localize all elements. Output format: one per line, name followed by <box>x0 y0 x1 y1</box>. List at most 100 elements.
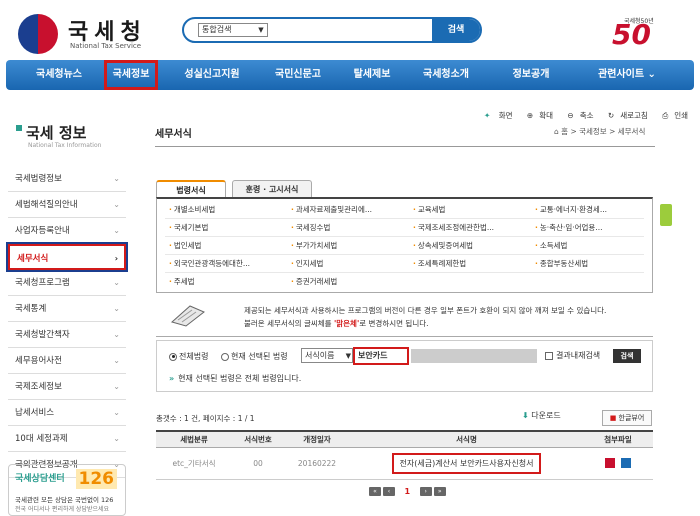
sidebar-item-label: 세무서식 <box>17 254 49 264</box>
category-link[interactable]: 개별소비세법 <box>169 201 215 219</box>
category-link[interactable]: 주세법 <box>169 273 195 291</box>
category-link[interactable]: 인지세법 <box>291 255 324 273</box>
home-icon[interactable]: ⌂ <box>554 127 559 136</box>
search-scope-select[interactable]: 통합검색 ▼ <box>198 23 268 37</box>
sidebar-title: 국세 정보 <box>16 122 86 143</box>
hwp-viewer-button[interactable]: ■ 한글뷰어 <box>602 410 652 426</box>
sidebar-item-interpretation[interactable]: 세법해석질의안내 ⌄ <box>8 192 126 218</box>
category-link[interactable]: 소득세법 <box>535 237 568 255</box>
nav-item-tax-info[interactable]: 국세정보 <box>104 60 158 90</box>
download-icon: ⬇ <box>522 411 529 420</box>
category-link[interactable]: 부가가치세법 <box>291 237 337 255</box>
keyword-input[interactable]: 보안카드 <box>353 347 409 365</box>
select-value: 서식이름 <box>305 351 335 360</box>
sidebar-item-tax-law[interactable]: 국세법령정보 ⌄ <box>8 166 126 192</box>
nav-item-petition[interactable]: 국민신문고 <box>262 60 334 90</box>
filter-search-button[interactable]: 검색 <box>613 349 641 363</box>
radio-all-laws[interactable]: 전체법령 <box>169 351 208 362</box>
nav-item-tax-evasion-report[interactable]: 탈세제보 <box>342 60 402 90</box>
chevron-down-icon: ▼ <box>345 352 351 360</box>
radio-label: 전체법령 <box>179 352 209 361</box>
hwp-file-icon[interactable] <box>604 458 615 468</box>
category-link[interactable]: 교육세법 <box>413 201 446 219</box>
category-link[interactable]: 과세자료제출및관리에... <box>291 201 372 219</box>
nts-logo-icon[interactable] <box>18 14 58 54</box>
tool-label: 화면 <box>498 111 513 120</box>
category-link[interactable]: 농·축산·임·어업용... <box>535 219 603 237</box>
divider <box>155 146 655 147</box>
notice-font-name: '맑은체' <box>333 319 360 328</box>
preview-icon[interactable] <box>621 458 632 468</box>
keyword-input-extension[interactable] <box>411 349 537 363</box>
nav-item-filing-support[interactable]: 성실신고지원 <box>174 60 250 90</box>
cell-number: 00 <box>232 447 284 480</box>
category-link[interactable]: 조세특례제한법 <box>413 255 466 273</box>
sidebar-item-programs[interactable]: 국세청프로그램 ⌄ <box>8 270 126 296</box>
nav-item-news[interactable]: 국세청뉴스 <box>22 60 96 90</box>
category-link[interactable]: 국세기본법 <box>169 219 209 237</box>
zoom-out-tool[interactable]: ⊖ 축소 <box>567 111 599 120</box>
cell-attachment <box>583 447 653 480</box>
sidebar-item-label: 납세서비스 <box>15 408 55 418</box>
last-page-icon[interactable]: » <box>433 487 446 496</box>
sidebar-item-statistics[interactable]: 국세통계 ⌄ <box>8 296 126 322</box>
form-title-link[interactable]: 전자(세금)계산서 보안카드사용자신청서 <box>391 452 542 474</box>
screen-tool[interactable]: ✦ 화면 <box>484 111 519 120</box>
anniversary-logo[interactable]: 국세청50년 50 <box>608 14 678 52</box>
sidebar-item-business-registration[interactable]: 사업자등록안내 ⌄ <box>8 218 126 244</box>
zoom-in-tool[interactable]: ⊕ 확대 <box>527 111 559 120</box>
sidebar-item-label: 국세통계 <box>15 304 47 314</box>
call-center-banner[interactable]: 국세상담센터 126 국세관련 모든 상담은 국번없이 126 전국 어디서나 … <box>8 464 126 516</box>
tab-law-forms[interactable]: 법령서식 <box>156 180 226 198</box>
first-page-icon[interactable]: « <box>369 487 381 496</box>
pagination: «‹ 1 ›» <box>368 487 447 496</box>
sidebar-item-international-tax[interactable]: 국제조세정보 ⌄ <box>8 374 126 400</box>
chevron-down-icon: ⌄ <box>113 278 120 287</box>
category-link[interactable]: 국세징수법 <box>291 219 331 237</box>
category-link[interactable]: 외국인관광객등에대한... <box>169 255 250 273</box>
double-chevron-icon: » <box>169 374 175 383</box>
prev-page-icon[interactable]: ‹ <box>383 487 395 496</box>
screen-icon: ✦ <box>484 111 491 120</box>
chevron-down-icon: ⌄ <box>113 330 120 339</box>
category-link[interactable]: 상속세및증여세법 <box>413 237 473 255</box>
chevron-down-icon: ⌄ <box>113 226 120 235</box>
search-field-select[interactable]: 서식이름 ▼ <box>301 348 353 363</box>
sidebar-item-label: 국세청발간책자 <box>15 330 70 340</box>
related-sites-label: 관련사이트 <box>598 69 645 80</box>
tab-directive-forms[interactable]: 훈령 · 고시서식 <box>232 180 312 198</box>
filter-note-text: 현재 선택된 법령은 전체 법령입니다. <box>178 374 302 383</box>
download-button[interactable]: ⬇ 다운로드 <box>522 410 561 421</box>
search-button[interactable]: 검색 <box>432 19 480 41</box>
nav-item-info-disclosure[interactable]: 정보공개 <box>494 60 568 90</box>
floating-side-tab[interactable] <box>660 204 672 226</box>
checkbox-icon <box>545 351 553 360</box>
current-page[interactable]: 1 <box>405 487 411 496</box>
sidebar-item-tax-forms[interactable]: 세무서식 › <box>6 242 128 272</box>
radio-current-law[interactable]: 현재 선택된 법령 <box>221 351 288 362</box>
next-page-icon[interactable]: › <box>419 487 432 496</box>
search-filter: 전체법령 현재 선택된 법령 서식이름 ▼ 보안카드 결과내재검색 검색 » 현재 … <box>156 340 653 392</box>
sidebar-item-publications[interactable]: 국세청발간책자 ⌄ <box>8 322 126 348</box>
nav-item-related-sites[interactable]: 관련사이트 ⌄ <box>586 60 668 90</box>
sidebar-item-glossary[interactable]: 세무용어사전 ⌄ <box>8 348 126 374</box>
sidebar-item-top10-tasks[interactable]: 10대 세정과제 ⌄ <box>8 426 126 452</box>
chevron-right-icon: › <box>114 254 118 263</box>
category-link[interactable]: 교통·에너지·환경세... <box>535 201 607 219</box>
category-link[interactable]: 증권거래세법 <box>291 273 337 291</box>
print-tool[interactable]: ⎙ 인쇄 <box>662 111 694 120</box>
search-within-results-checkbox[interactable]: 결과내재검색 <box>545 350 600 361</box>
page-title: 세무서식 <box>155 129 192 140</box>
category-link[interactable]: 법인세법 <box>169 237 202 255</box>
category-link[interactable]: 국제조세조정에관한법... <box>413 219 494 237</box>
promo-number: 126 <box>75 469 117 489</box>
category-link[interactable]: 종합부동산세법 <box>535 255 588 273</box>
sidebar-item-taxpayer-service[interactable]: 납세서비스 ⌄ <box>8 400 126 426</box>
sidebar-item-label: 국세법령정보 <box>15 174 62 184</box>
nav-item-about[interactable]: 국세청소개 <box>410 60 482 90</box>
notice-line2-c: 로 변경하시면 됩니다. <box>359 319 429 328</box>
notice-text: 제공되는 세무서식과 사용하시는 프로그램의 버전이 다른 경우 일부 폰트가 … <box>244 304 606 330</box>
refresh-tool[interactable]: ↻ 새로고침 <box>608 111 654 120</box>
zoom-out-icon: ⊖ <box>567 111 574 120</box>
promo-line1: 국세관련 모든 상담은 국번없이 126 <box>15 496 114 504</box>
